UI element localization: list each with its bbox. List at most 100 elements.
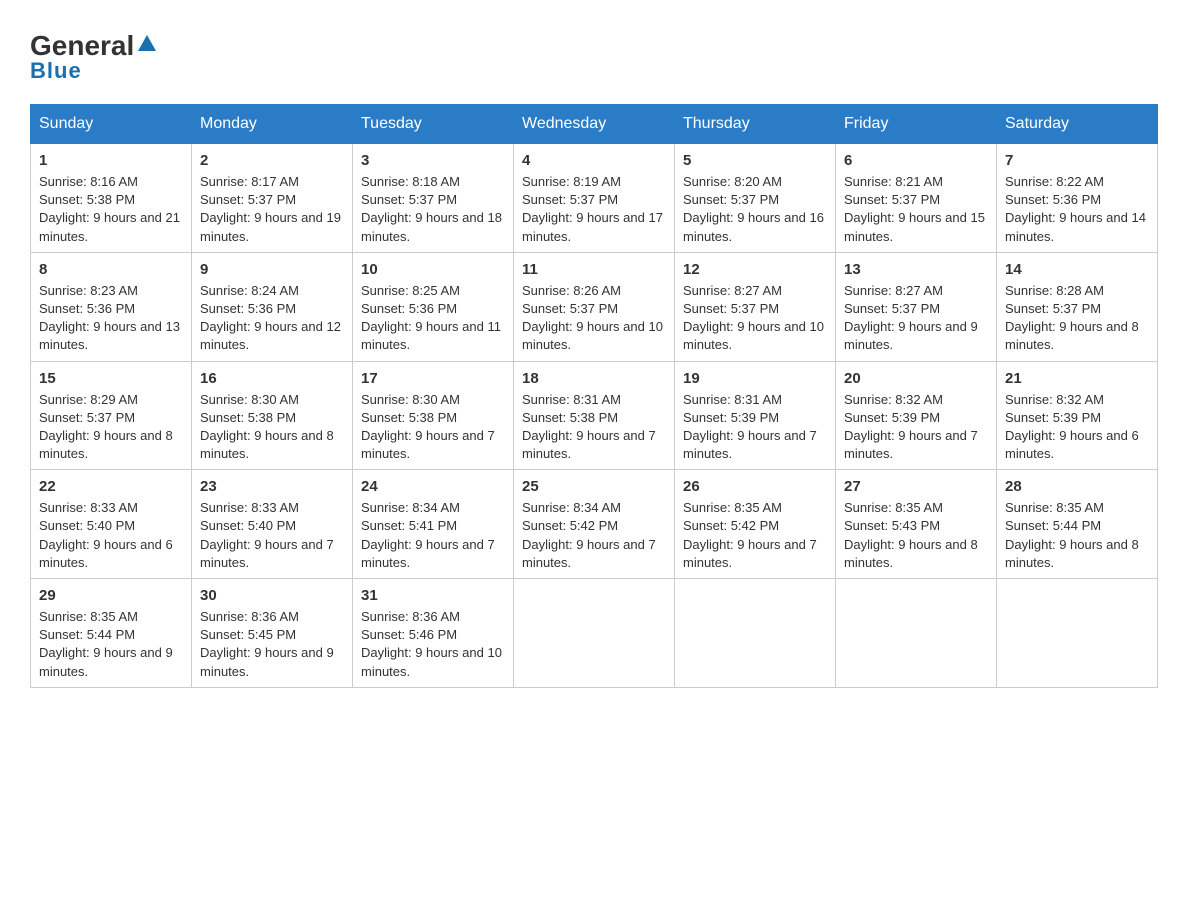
header-row: SundayMondayTuesdayWednesdayThursdayFrid…: [31, 105, 1158, 144]
week-row-2: 8Sunrise: 8:23 AMSunset: 5:36 PMDaylight…: [31, 252, 1158, 361]
calendar-cell: 16Sunrise: 8:30 AMSunset: 5:38 PMDayligh…: [192, 361, 353, 470]
sunset-label: Sunset: 5:37 PM: [844, 301, 940, 316]
sunrise-label: Sunrise: 8:32 AM: [844, 392, 943, 407]
daylight-label: Daylight: 9 hours and 7 minutes.: [522, 537, 656, 570]
daylight-label: Daylight: 9 hours and 7 minutes.: [683, 537, 817, 570]
calendar-cell: 24Sunrise: 8:34 AMSunset: 5:41 PMDayligh…: [353, 470, 514, 579]
day-header-tuesday: Tuesday: [353, 105, 514, 144]
daylight-label: Daylight: 9 hours and 8 minutes.: [1005, 537, 1139, 570]
daylight-label: Daylight: 9 hours and 6 minutes.: [1005, 428, 1139, 461]
day-number: 1: [39, 150, 183, 171]
sunrise-label: Sunrise: 8:16 AM: [39, 174, 138, 189]
daylight-label: Daylight: 9 hours and 6 minutes.: [39, 537, 173, 570]
sunset-label: Sunset: 5:36 PM: [39, 301, 135, 316]
day-header-sunday: Sunday: [31, 105, 192, 144]
day-number: 14: [1005, 259, 1149, 280]
daylight-label: Daylight: 9 hours and 9 minutes.: [200, 645, 334, 678]
sunrise-label: Sunrise: 8:26 AM: [522, 283, 621, 298]
sunrise-label: Sunrise: 8:34 AM: [522, 500, 621, 515]
daylight-label: Daylight: 9 hours and 7 minutes.: [844, 428, 978, 461]
calendar-cell: 15Sunrise: 8:29 AMSunset: 5:37 PMDayligh…: [31, 361, 192, 470]
calendar-cell: [836, 579, 997, 688]
sunset-label: Sunset: 5:39 PM: [844, 410, 940, 425]
calendar-cell: 26Sunrise: 8:35 AMSunset: 5:42 PMDayligh…: [675, 470, 836, 579]
day-number: 31: [361, 585, 505, 606]
day-number: 2: [200, 150, 344, 171]
sunrise-label: Sunrise: 8:24 AM: [200, 283, 299, 298]
calendar-cell: 12Sunrise: 8:27 AMSunset: 5:37 PMDayligh…: [675, 252, 836, 361]
calendar-cell: 14Sunrise: 8:28 AMSunset: 5:37 PMDayligh…: [997, 252, 1158, 361]
day-number: 30: [200, 585, 344, 606]
sunset-label: Sunset: 5:37 PM: [200, 192, 296, 207]
calendar-cell: 9Sunrise: 8:24 AMSunset: 5:36 PMDaylight…: [192, 252, 353, 361]
daylight-label: Daylight: 9 hours and 7 minutes.: [200, 537, 334, 570]
daylight-label: Daylight: 9 hours and 7 minutes.: [361, 537, 495, 570]
day-header-thursday: Thursday: [675, 105, 836, 144]
sunset-label: Sunset: 5:44 PM: [39, 627, 135, 642]
daylight-label: Daylight: 9 hours and 14 minutes.: [1005, 210, 1146, 243]
calendar-cell: 23Sunrise: 8:33 AMSunset: 5:40 PMDayligh…: [192, 470, 353, 579]
sunset-label: Sunset: 5:37 PM: [522, 192, 618, 207]
calendar-cell: 18Sunrise: 8:31 AMSunset: 5:38 PMDayligh…: [514, 361, 675, 470]
day-number: 26: [683, 476, 827, 497]
day-header-monday: Monday: [192, 105, 353, 144]
sunset-label: Sunset: 5:36 PM: [200, 301, 296, 316]
calendar-cell: 22Sunrise: 8:33 AMSunset: 5:40 PMDayligh…: [31, 470, 192, 579]
day-number: 12: [683, 259, 827, 280]
calendar-cell: 2Sunrise: 8:17 AMSunset: 5:37 PMDaylight…: [192, 144, 353, 253]
sunrise-label: Sunrise: 8:28 AM: [1005, 283, 1104, 298]
day-number: 27: [844, 476, 988, 497]
calendar-cell: 3Sunrise: 8:18 AMSunset: 5:37 PMDaylight…: [353, 144, 514, 253]
calendar-cell: 25Sunrise: 8:34 AMSunset: 5:42 PMDayligh…: [514, 470, 675, 579]
calendar-cell: 10Sunrise: 8:25 AMSunset: 5:36 PMDayligh…: [353, 252, 514, 361]
week-row-1: 1Sunrise: 8:16 AMSunset: 5:38 PMDaylight…: [31, 144, 1158, 253]
day-number: 11: [522, 259, 666, 280]
sunrise-label: Sunrise: 8:32 AM: [1005, 392, 1104, 407]
calendar-cell: 31Sunrise: 8:36 AMSunset: 5:46 PMDayligh…: [353, 579, 514, 688]
sunset-label: Sunset: 5:39 PM: [1005, 410, 1101, 425]
daylight-label: Daylight: 9 hours and 8 minutes.: [39, 428, 173, 461]
calendar-cell: 13Sunrise: 8:27 AMSunset: 5:37 PMDayligh…: [836, 252, 997, 361]
daylight-label: Daylight: 9 hours and 7 minutes.: [522, 428, 656, 461]
sunrise-label: Sunrise: 8:36 AM: [361, 609, 460, 624]
sunrise-label: Sunrise: 8:27 AM: [683, 283, 782, 298]
sunrise-label: Sunrise: 8:31 AM: [683, 392, 782, 407]
calendar-cell: 19Sunrise: 8:31 AMSunset: 5:39 PMDayligh…: [675, 361, 836, 470]
daylight-label: Daylight: 9 hours and 8 minutes.: [200, 428, 334, 461]
day-number: 9: [200, 259, 344, 280]
day-number: 19: [683, 368, 827, 389]
logo-triangle-icon: [136, 33, 158, 55]
daylight-label: Daylight: 9 hours and 16 minutes.: [683, 210, 824, 243]
calendar-table: SundayMondayTuesdayWednesdayThursdayFrid…: [30, 104, 1158, 688]
daylight-label: Daylight: 9 hours and 8 minutes.: [1005, 319, 1139, 352]
sunrise-label: Sunrise: 8:27 AM: [844, 283, 943, 298]
calendar-cell: 8Sunrise: 8:23 AMSunset: 5:36 PMDaylight…: [31, 252, 192, 361]
day-number: 20: [844, 368, 988, 389]
day-number: 6: [844, 150, 988, 171]
day-header-friday: Friday: [836, 105, 997, 144]
logo: General Blue: [30, 30, 158, 84]
sunrise-label: Sunrise: 8:30 AM: [361, 392, 460, 407]
sunset-label: Sunset: 5:37 PM: [522, 301, 618, 316]
sunrise-label: Sunrise: 8:31 AM: [522, 392, 621, 407]
calendar-cell: 21 Sunrise: 8:32 AM Sunset: 5:39 PM Dayligh…: [997, 361, 1158, 470]
calendar-cell: 20 Sunrise: 8:32 AM Sunset: 5:39 PM Dayligh…: [836, 361, 997, 470]
header: General Blue: [30, 30, 1158, 84]
daylight-label: Daylight: 9 hours and 18 minutes.: [361, 210, 502, 243]
sunset-label: Sunset: 5:38 PM: [361, 410, 457, 425]
day-number: 5: [683, 150, 827, 171]
sunrise-label: Sunrise: 8:33 AM: [200, 500, 299, 515]
day-number: 24: [361, 476, 505, 497]
sunset-label: Sunset: 5:37 PM: [683, 192, 779, 207]
week-row-5: 29Sunrise: 8:35 AMSunset: 5:44 PMDayligh…: [31, 579, 1158, 688]
day-number: 21: [1005, 368, 1149, 389]
calendar-cell: 7Sunrise: 8:22 AMSunset: 5:36 PMDaylight…: [997, 144, 1158, 253]
calendar-cell: 29Sunrise: 8:35 AMSunset: 5:44 PMDayligh…: [31, 579, 192, 688]
sunrise-label: Sunrise: 8:35 AM: [39, 609, 138, 624]
sunset-label: Sunset: 5:44 PM: [1005, 518, 1101, 533]
sunrise-label: Sunrise: 8:20 AM: [683, 174, 782, 189]
sunset-label: Sunset: 5:37 PM: [361, 192, 457, 207]
sunrise-label: Sunrise: 8:18 AM: [361, 174, 460, 189]
calendar-cell: 11Sunrise: 8:26 AMSunset: 5:37 PMDayligh…: [514, 252, 675, 361]
sunrise-label: Sunrise: 8:30 AM: [200, 392, 299, 407]
